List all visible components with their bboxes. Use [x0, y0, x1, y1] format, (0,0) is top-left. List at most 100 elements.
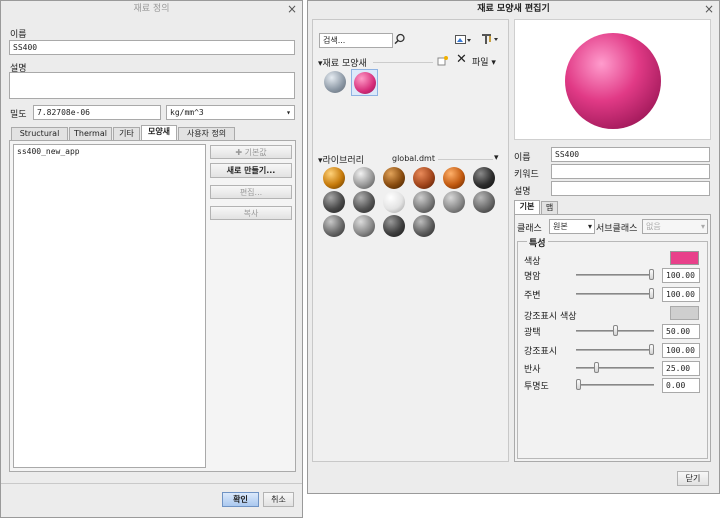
class-select[interactable]: 원본 ▾ — [549, 219, 595, 234]
color-label: 색상 — [524, 257, 541, 267]
library-swatch[interactable] — [443, 191, 465, 213]
slider-thumb[interactable] — [649, 344, 654, 355]
library-swatch[interactable] — [413, 167, 435, 189]
keyword-label: 키워드 — [514, 170, 539, 180]
slider-track[interactable] — [576, 349, 654, 351]
slider-thumb[interactable] — [612, 325, 618, 336]
close-button[interactable]: 닫기 — [677, 471, 709, 486]
slider-label: 명암 — [524, 272, 541, 282]
tab-thermal[interactable]: Thermal — [69, 127, 112, 140]
library-label: 라이브러리 — [322, 156, 364, 166]
dialog-title: 재료 정의 — [133, 4, 170, 14]
library-swatch[interactable] — [383, 191, 405, 213]
library-swatch[interactable] — [413, 191, 435, 213]
default-button-label: 기본값 — [244, 148, 267, 157]
slider-label: 강조표시 — [524, 347, 558, 357]
editor-name-field[interactable]: SS400 — [551, 147, 710, 162]
default-button[interactable]: ✚ 기본값 — [210, 145, 292, 159]
file-menu[interactable]: 파일 ▾ — [472, 55, 496, 68]
class-label: 클래스 — [517, 224, 542, 234]
slider-thumb[interactable] — [594, 362, 600, 373]
appearance-preview — [514, 19, 711, 140]
density-field[interactable]: 7.82708e-06 — [33, 105, 161, 120]
edit-button[interactable]: 편집... — [210, 185, 292, 199]
chevron-down-icon: ▾ — [700, 222, 705, 231]
library-swatch[interactable] — [473, 167, 495, 189]
highlight-color-swatch[interactable] — [670, 306, 699, 320]
library-swatch[interactable] — [353, 191, 375, 213]
slider-thumb[interactable] — [576, 379, 581, 390]
search-placeholder: 검색... — [323, 36, 346, 45]
chevron-down-icon[interactable]: ▾ — [494, 153, 499, 163]
library-swatch[interactable] — [383, 215, 405, 237]
new-sphere-icon[interactable] — [437, 56, 449, 66]
appearance-swatch-pink — [354, 72, 376, 94]
library-file: global.dmt — [392, 154, 435, 163]
tab-structural[interactable]: Structural — [11, 127, 68, 140]
slider-track[interactable] — [576, 293, 654, 295]
color-swatch[interactable] — [670, 251, 699, 265]
appearance-swatch-selected[interactable] — [351, 69, 378, 96]
library-swatch[interactable] — [353, 215, 375, 237]
subclass-label: 서브클래스 — [596, 224, 638, 234]
copy-button[interactable]: 복사 — [210, 206, 292, 220]
library-swatch[interactable] — [353, 167, 375, 189]
slider-thumb[interactable] — [649, 269, 654, 280]
delete-icon[interactable]: ✕ — [456, 53, 467, 66]
preview-sphere — [565, 33, 661, 129]
slider-label: 광택 — [524, 328, 541, 338]
tools-icon[interactable] — [481, 33, 499, 45]
library-swatch[interactable] — [323, 191, 345, 213]
tab-other[interactable]: 기타 — [113, 127, 140, 140]
library-swatch[interactable] — [473, 191, 495, 213]
library-swatch[interactable] — [413, 215, 435, 237]
density-unit-select[interactable]: kg/mm^3 ▾ — [166, 105, 295, 120]
search-input[interactable]: 검색... — [319, 33, 393, 48]
editor-description-field[interactable] — [551, 181, 710, 196]
close-icon[interactable]: × — [286, 3, 298, 15]
tab-basic[interactable]: 기본 — [514, 200, 540, 214]
slider-value-field[interactable]: 100.00 — [662, 343, 700, 358]
slider-value-field[interactable]: 100.00 — [662, 268, 700, 283]
tab-user-defined[interactable]: 사용자 정의 — [178, 127, 235, 140]
properties-title: 특성 — [527, 236, 548, 249]
slider-track[interactable] — [576, 274, 654, 276]
chevron-down-icon: ▾ — [488, 58, 496, 68]
chevron-down-icon: ▾ — [286, 108, 291, 117]
library-swatch[interactable] — [383, 167, 405, 189]
close-icon[interactable]: × — [703, 3, 715, 15]
search-icon[interactable] — [394, 33, 406, 48]
library-section-header[interactable]: ▾라이브러리 — [318, 153, 364, 166]
tab-appearance[interactable]: 모양새 — [141, 125, 177, 140]
description-field[interactable] — [9, 72, 295, 99]
editor-description-label: 설명 — [514, 187, 531, 197]
slider-thumb[interactable] — [649, 288, 654, 299]
material-section-header[interactable]: ▾재료 모양새 — [318, 56, 367, 69]
library-grid — [323, 167, 503, 239]
appearance-list[interactable]: ss400_new_app — [13, 144, 206, 468]
slider-value-field[interactable]: 0.00 — [662, 378, 700, 393]
slider-track[interactable] — [576, 384, 654, 386]
library-swatch[interactable] — [323, 167, 345, 189]
library-swatch[interactable] — [323, 215, 345, 237]
slider-value-field[interactable]: 100.00 — [662, 287, 700, 302]
name-field[interactable]: SS400 — [9, 40, 295, 55]
new-button[interactable]: 새로 만들기... — [210, 163, 292, 178]
cancel-button[interactable]: 취소 — [263, 492, 294, 507]
section-rule — [373, 62, 433, 63]
library-rule — [438, 159, 493, 160]
list-item[interactable]: ss400_new_app — [14, 145, 205, 158]
appearance-swatch-gray[interactable] — [324, 71, 346, 93]
tab-map[interactable]: 맵 — [541, 201, 558, 214]
image-view-icon[interactable] — [455, 35, 471, 45]
subclass-select[interactable]: 없음 ▾ — [642, 219, 708, 234]
slider-value-field[interactable]: 50.00 — [662, 324, 700, 339]
slider-label: 반사 — [524, 365, 541, 375]
divider — [1, 483, 302, 484]
chevron-down-icon: ▾ — [587, 222, 592, 231]
library-swatch[interactable] — [443, 167, 465, 189]
slider-track[interactable] — [576, 367, 654, 369]
keyword-field[interactable] — [551, 164, 710, 179]
slider-value-field[interactable]: 25.00 — [662, 361, 700, 376]
ok-button[interactable]: 확인 — [222, 492, 259, 507]
